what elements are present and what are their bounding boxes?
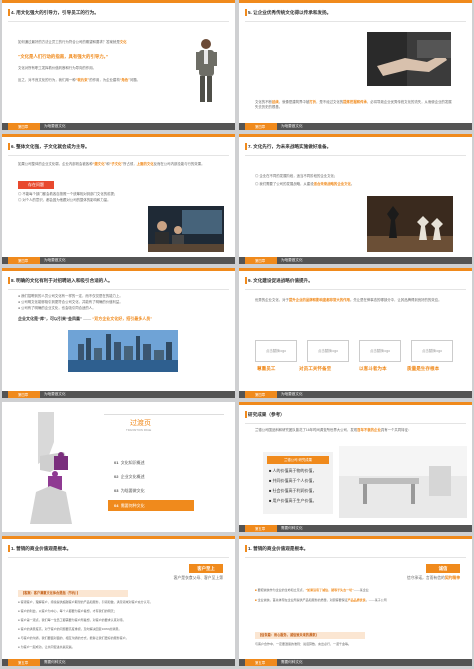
section-bar: 【信条篇：用心服务，诚信致未来的源泉】 xyxy=(255,632,365,639)
slide-5[interactable]: 8. 明确的文化有利于对招聘进入和吸引合适的人。 ● 我们招聘到的人员公司文化有… xyxy=(2,268,235,398)
research-item: ■ 用户价值高于生产价值。 xyxy=(269,498,317,503)
list-item: ● 客户的利益，以客户为中心，每个人都要为客户着想，才有我们的明天； xyxy=(18,609,117,613)
slide-heading: 7. 文化先行，为未来战略实施做好准备。 xyxy=(245,142,466,156)
slide-heading: 9. 文化建设促进战略价值提升。 xyxy=(245,276,466,290)
logo-placeholder[interactable]: 点击替换logo xyxy=(255,340,297,362)
slide-footer: 第四章 为啥要做文化 xyxy=(2,123,235,130)
slide-heading: 4. 用文化强大的引导力，引导员工的行为。 xyxy=(8,8,229,22)
logo-placeholder[interactable]: 点击替换logo xyxy=(411,340,453,362)
list-item: ● 客户第一观点，我们每一位员工都需要为客户所着想，对客户的要求认真对待。 xyxy=(18,618,126,622)
slide-accent-bar xyxy=(239,536,472,539)
slide-4[interactable]: 7. 文化先行，为未来战略实施做好准备。 ◎ 企业在不同的发展阶段，适当不同阶段… xyxy=(239,134,472,264)
transition-subtitle: TRANSITION PAGE xyxy=(126,428,152,432)
slide-heading: 1. 营销的商业价值观是根本。 xyxy=(8,544,229,558)
slide-text: 反之，对不良文化的行为，我们用一种“软约束”的作用，为企业建构“角色”问题。 xyxy=(18,78,141,82)
list-item: ● 与客户的沟通，我们要面对面的、相互沟通的方式，能够让我们更好的服务客户。 xyxy=(18,636,129,640)
research-item: ■ 共同价值高于个人价值， xyxy=(269,478,317,483)
slide-text: 如何通过最好的方法让员工的行为符合公司的期望和要求？答案就是文化 xyxy=(18,40,127,44)
slide-heading: 8. 明确的文化有利于对招聘进入和吸引合适的人。 xyxy=(8,276,229,290)
slide-footer: 第五章 需要何种文化 xyxy=(239,659,472,666)
puzzle-hands-image xyxy=(30,412,72,524)
slide-subtitle: 客户是衣食父母、客户至上第 xyxy=(173,576,223,580)
slide-footer: 第五章 需要何种文化 xyxy=(2,659,235,666)
research-item: ■ 社会价值高于利润价值， xyxy=(269,488,317,493)
list-item: ◎ 我们需要了公司的发展战略，从建设适合未来战略的企业文化。 xyxy=(255,182,355,186)
slide-accent-bar xyxy=(2,134,235,137)
slide-heading: 研究成果（参考） xyxy=(245,410,466,424)
toc-item[interactable]: 02 企业文化概述 xyxy=(114,474,145,480)
meeting-image xyxy=(148,206,224,252)
logo-row: 点击替换logo 点击替换logo 点击替换logo 点击替换logo xyxy=(255,340,455,362)
value-row: 尊重员工 对员工关怀备至 以客斗者为本 质量是生存根本 xyxy=(255,366,455,374)
slide-footer: 第四章 为啥要做文化 xyxy=(2,257,235,264)
slide-text: 兰德公司国品斜和研究团队曾花了16年时间调查所世界大公司，发现百年不衰的企业具有… xyxy=(255,428,412,432)
list-item: ● 客户的满意度高，对于客户的问题要高度重视，及时解决回复100%的满意。 xyxy=(18,627,122,631)
list-item: ◎ 企业在不同的发展阶段，适当不同阶段的企业文化； xyxy=(255,174,338,178)
transition-title: 过渡页 xyxy=(130,420,151,427)
slide-7[interactable]: 过渡页 TRANSITION PAGE 01 文化知识概述 02 企业文化概述 … xyxy=(2,402,235,532)
toc-item[interactable]: 01 文化知识概述 xyxy=(114,460,145,466)
handshake-image xyxy=(367,32,451,86)
slide-9[interactable]: 1. 营销的商业价值观是根本。 客户至上 客户是衣食父母、客户至上第 【客案：客… xyxy=(2,536,235,666)
list-item: ■ 企业诚信，首先体现在企业所提供产品和服务的质量，对顾客要保证产品品质优良。—… xyxy=(255,598,387,602)
slide-heading: 1. 营销的商业价值观是根本。 xyxy=(245,544,466,558)
toc-item[interactable]: 03 为啥要做文化 xyxy=(114,488,145,494)
slide-accent-bar xyxy=(239,402,472,405)
slide-heading: 5. 让企业优秀传统文化得以传承和发扬。 xyxy=(245,8,466,22)
slide-accent-bar xyxy=(2,0,235,3)
slide-text: 文化的不断延续，就像是建筑界中被打折，是不经过文化的提炼挖掘和传承，必将导致企业… xyxy=(255,100,452,110)
list-item: ● 我们招聘到的人员公司文化有一样的一定，而不仅仅是在的能力上。 xyxy=(18,294,123,298)
slide-1[interactable]: 4. 用文化强大的引导力，引导员工的行为。 如何通过最好的方法让员工的行为符合公… xyxy=(2,0,235,130)
slide-subtitle: 信守承诺，言而有信的契约精神 xyxy=(406,576,460,580)
research-item: ■ 人的价值高于物的价值， xyxy=(269,468,317,473)
list-item: ◎ 对个人的意识，都会因为他跟对公司的整体的影响和力量。 xyxy=(18,198,111,202)
slide-10[interactable]: 1. 营销的商业价值观是根本。 诚信 信守承诺，言而有信的契约精神 ■ 要把诚信… xyxy=(239,536,472,666)
list-item: ■ 要把诚信作为企业的生命和立足点，“如果没有了诚信，就等于失去一切”——某企业 xyxy=(255,588,369,592)
slide-accent-bar xyxy=(239,134,472,137)
list-item: ● 公司有了明确的企业文化，也会吸引同合适的人。 xyxy=(18,306,96,310)
value-badge: 诚信 xyxy=(426,564,460,573)
section-bar: 【客案：客户满意文化体合是指（节约）】 xyxy=(18,590,128,597)
divider xyxy=(104,414,224,415)
slide-text: 如果公司整体的企业文化弱，企业内部则会被各种“潜文化”和“子文化”所占领，上面的… xyxy=(18,162,205,166)
chess-image xyxy=(367,196,453,252)
slide-accent-bar xyxy=(239,0,472,3)
slide-footer: 第四章 为啥要做文化 xyxy=(239,123,472,130)
slide-footer: 第五章 需要何种文化 xyxy=(239,525,472,532)
value-badge: 客户至上 xyxy=(189,564,223,573)
city-skyline-image xyxy=(68,330,178,372)
slide-text: 与客户合作中，一定要遵循的准则：说话算数，言出必行，一诺千金等。 xyxy=(255,642,352,646)
slide-accent-bar xyxy=(2,536,235,539)
office-image xyxy=(339,446,467,518)
slide-text: 优秀的企业文化，对于提升企业的品牌和影响度都非常大的作用。先让是在伸事态的哪部分… xyxy=(255,298,442,302)
slide-6[interactable]: 9. 文化建设促进战略价值提升。 优秀的企业文化，对于提升企业的品牌和影响度都非… xyxy=(239,268,472,398)
list-item: ◎ 不能每个部门都会着各自按照一个统筹相对到部门文化的前提； xyxy=(18,192,118,196)
slide-accent-bar xyxy=(2,268,235,271)
slide-footer: 第四章 为啥要做文化 xyxy=(239,257,472,264)
slogan: 企业文化是“库”，可以引来“金凤凰” —— “双方企业文化好，招引最多人员” xyxy=(18,316,153,321)
slide-quote: “文化是人们行动的指南，具有强大的引导力。” xyxy=(18,54,109,59)
value-label: 尊重员工 xyxy=(257,366,276,371)
slide-footer: 第四章 为啥要做文化 xyxy=(2,391,235,398)
slide-accent-bar xyxy=(239,268,472,271)
list-item: ● 客观客户，理解客户，持续提供超越客户期望的产品和服务，引领和做，满足领域对客… xyxy=(18,600,153,604)
list-item: ● 公司明文化能够吸引到更符合公司文化，并能有了明确的价值利益。 xyxy=(18,300,123,304)
value-label: 对员工关怀备至 xyxy=(299,366,332,371)
slide-2[interactable]: 5. 让企业优秀传统文化得以传承和发扬。 文化的不断延续，就像是建筑界中被打折，… xyxy=(239,0,472,130)
value-label: 质量是生存根本 xyxy=(407,366,440,371)
slide-footer: 第四章 为啥要做文化 xyxy=(239,391,472,398)
slide-text: 文化对所有职工发挥着价值判断和行为导向的作用。 xyxy=(18,66,96,70)
value-label: 以客斗者为本 xyxy=(359,366,387,371)
slide-heading: 6. 整体文化强，子文化就会成为主导。 xyxy=(8,142,229,156)
research-box-title: 兰德公司 研究成果 xyxy=(267,456,329,464)
research-box: 兰德公司 研究成果 ■ 人的价值高于物的价值， ■ 共同价值高于个人价值， ■ … xyxy=(263,452,333,514)
toc-item-active[interactable]: 04 需要何种文化 xyxy=(108,500,194,511)
problem-tag: 存在问题 xyxy=(18,181,54,189)
logo-placeholder[interactable]: 点击替换logo xyxy=(359,340,401,362)
logo-placeholder[interactable]: 点击替换logo xyxy=(307,340,349,362)
businessman-image xyxy=(196,39,217,102)
list-item: ● 为客户一起成功，让共同促进共赢双赢。 xyxy=(18,645,75,649)
slide-3[interactable]: 6. 整体文化强，子文化就会成为主导。 如果公司整体的企业文化弱，企业内部则会被… xyxy=(2,134,235,264)
slide-8[interactable]: 研究成果（参考） 兰德公司国品斜和研究团队曾花了16年时间调查所世界大公司，发现… xyxy=(239,402,472,532)
